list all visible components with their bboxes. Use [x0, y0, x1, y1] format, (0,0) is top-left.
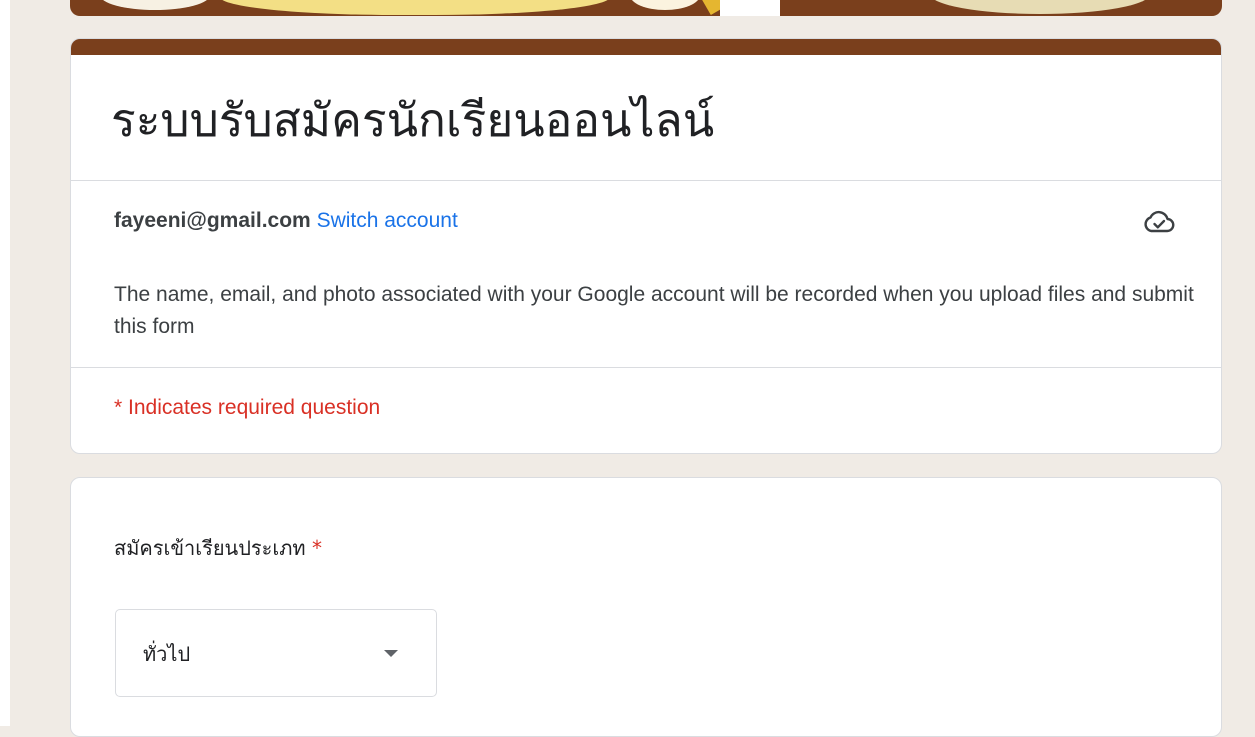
form-header-card: ระบบรับสมัครนักเรียนออนไลน์ fayeeni@gmai…	[70, 38, 1222, 454]
switch-account-link[interactable]: Switch account	[317, 209, 458, 232]
theme-accent-bar	[71, 39, 1221, 55]
required-star: *	[311, 536, 322, 560]
question-label: สมัครเข้าเรียนประเภท *	[114, 532, 322, 564]
dropdown-selected-value: ทั่วไป	[143, 642, 191, 666]
question-card: สมัครเข้าเรียนประเภท * ทั่วไป	[70, 477, 1222, 737]
account-row: fayeeni@gmail.com Switch account	[114, 209, 458, 233]
account-notice: The name, email, and photo associated wi…	[114, 283, 1194, 338]
header-banner-image	[70, 0, 1222, 16]
question-text: สมัครเข้าเรียนประเภท	[114, 536, 306, 560]
page-left-edge	[0, 0, 10, 726]
cloud-check-icon	[1144, 210, 1175, 233]
required-note: * Indicates required question	[114, 396, 381, 419]
divider	[71, 180, 1221, 181]
form-title: ระบบรับสมัครนักเรียนออนไลน์	[111, 93, 715, 147]
chevron-down-icon	[384, 650, 398, 657]
divider	[71, 367, 1221, 368]
application-type-dropdown[interactable]: ทั่วไป	[115, 609, 437, 697]
account-email: fayeeni@gmail.com	[114, 209, 311, 232]
